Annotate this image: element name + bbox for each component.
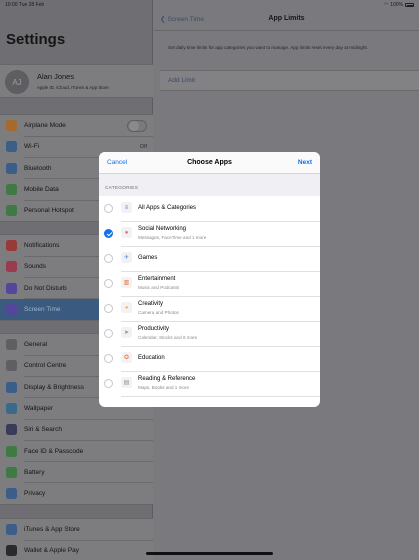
bluetooth-icon [6,162,17,174]
antenna-icon [6,184,17,196]
category-row[interactable]: ▥ Entertainment Music and Podcasts [99,271,320,296]
account-row[interactable]: AJ Alan Jones Apple ID, iCloud, iTunes &… [0,64,153,98]
category-name: Entertainment [138,276,176,282]
dialog-title: Choose Apps [187,159,232,166]
category-row[interactable]: ✈ Games [99,246,320,271]
sidebar-item[interactable]: Battery [0,462,153,484]
category-subtitle: Maps, Books and 1 more [138,385,190,390]
category-list: ≡ All Apps & Categories ● Social Networking… [99,196,320,396]
book-icon: ▤ [121,377,132,388]
speech-bubble-icon: ● [121,227,132,238]
sliders-icon [6,360,17,372]
hourglass-icon [6,304,17,316]
sidebar-item-label: Airplane Mode [24,122,66,130]
battery-icon [405,3,414,7]
sidebar-item-label: Wallet & Apple Pay [24,547,80,555]
radio-button[interactable] [104,354,113,363]
sidebar-item-value: Off [139,143,147,150]
radio-button[interactable] [104,254,113,263]
category-row[interactable]: ≡ All Apps & Categories [99,196,320,221]
radio-button[interactable] [104,304,113,313]
settings-group-store: iTunes & App Store Wallet & Apple Pay [0,518,153,560]
app-store-icon [6,524,17,536]
account-subtitle: Apple ID, iCloud, iTunes & App Store [37,85,109,90]
dialog-header: Cancel Choose Apps Next [99,152,320,174]
category-subtitle: Camera and Photos [138,310,179,315]
speaker-icon [6,261,17,273]
layers-icon: ≡ [121,202,132,213]
back-button[interactable]: ❮ Screen Time [160,15,204,24]
sidebar-item[interactable]: Airplane Mode [0,115,153,137]
category-name: Creativity [138,301,164,307]
sidebar-item-label: Face ID & Passcode [24,447,84,455]
face-id-icon [6,445,17,457]
wifi-icon: ◠ [383,2,389,8]
sidebar-item[interactable]: Siri & Search [0,419,153,441]
popcorn-icon: ▥ [121,277,132,288]
text-size-icon [6,381,17,393]
wallet-icon [6,545,17,557]
sidebar-item-label: iTunes & App Store [24,526,80,534]
siri-icon [6,424,17,436]
add-limit-button[interactable]: Add Limit [160,70,419,91]
category-name: Education [138,355,165,361]
sidebar-item-label: Siri & Search [24,426,62,434]
category-row[interactable]: ● Social Networking Messages, FaceTime and… [99,221,320,246]
sidebar-item-label: Battery [24,468,45,476]
rocket-icon: ✈ [121,252,132,263]
category-subtitle: Calendar, Stocks and 6 more [138,335,198,340]
radio-button[interactable] [104,279,113,288]
checkmark-icon[interactable] [104,229,113,238]
avatar: AJ [5,70,29,94]
category-name: Productivity [138,326,170,332]
status-time: 10:00 Tue 28 Feb [5,2,45,8]
category-subtitle: Messages, FaceTime and 1 more [138,235,207,240]
chevron-left-icon: ❮ [160,16,166,23]
radio-button[interactable] [104,379,113,388]
sidebar-item[interactable]: Face ID & Passcode [0,440,153,463]
category-name: Social Networking [138,226,187,232]
notifications-icon [6,240,17,252]
sidebar-item[interactable]: Wallet & Apple Pay [0,540,153,560]
category-row[interactable]: ➤ Productivity Calendar, Stocks and 6 more [99,321,320,346]
category-row[interactable]: ◕ Creativity Camera and Photos [99,296,320,321]
sidebar-item[interactable]: Privacy [0,483,153,504]
airplane-icon [6,120,17,132]
app-limits-description: Set daily time limits for app categories… [168,45,368,50]
wifi-icon [6,141,17,153]
page-title: Settings [6,31,66,48]
moon-icon [6,282,17,294]
nav-divider [154,30,419,31]
choose-apps-dialog: Cancel Choose Apps Next CATEGORIES ≡ All … [99,152,320,407]
section-header: CATEGORIES [99,174,320,196]
sidebar-item[interactable]: iTunes & App Store [0,519,153,541]
category-name: All Apps & Categories [138,205,197,211]
category-name: Games [138,255,158,261]
palette-icon: ◕ [121,302,132,313]
home-indicator[interactable] [146,552,273,555]
sidebar-item-label: Privacy [24,490,46,498]
paper-plane-icon: ➤ [121,327,132,338]
hand-icon [6,488,17,500]
battery-percent: 100% [390,2,403,8]
category-name: Reading & Reference [138,376,196,382]
sidebar-item-label: Wi-Fi [24,143,40,151]
next-button[interactable]: Next [298,159,312,166]
battery-icon [6,466,17,478]
link-icon [6,205,17,217]
category-row[interactable]: ✪ Education [99,346,320,371]
flower-icon [6,403,17,415]
radio-button[interactable] [104,329,113,338]
account-name: Alan Jones [37,72,75,81]
gear-icon [6,339,17,351]
category-row[interactable]: ▤ Reading & Reference Maps, Books and 1 mo… [99,371,320,396]
status-bar: 10:00 Tue 28 Feb ◠ 100% [0,0,419,10]
category-subtitle: Music and Podcasts [138,285,180,290]
status-right: ◠ 100% [384,2,414,8]
airplane-mode-toggle[interactable] [127,119,147,132]
globe-icon: ✪ [121,352,132,363]
radio-button[interactable] [104,204,113,213]
